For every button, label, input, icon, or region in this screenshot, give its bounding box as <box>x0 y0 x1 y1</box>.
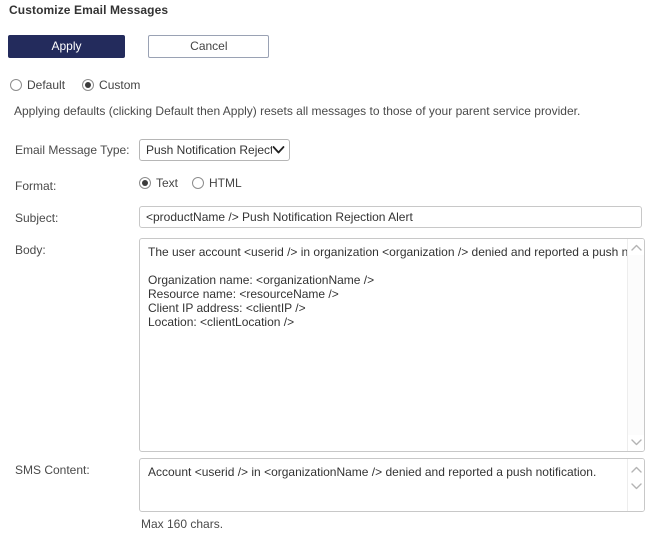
label-body: Body: <box>15 243 46 257</box>
cancel-button[interactable]: Cancel <box>148 35 269 58</box>
body-scrollbar-track[interactable] <box>628 255 644 435</box>
label-email-message-type: Email Message Type: <box>15 143 130 157</box>
radio-format-html-label[interactable]: HTML <box>209 176 242 190</box>
mode-radio-group: Default Custom <box>10 78 152 92</box>
radio-custom-label[interactable]: Custom <box>99 78 140 92</box>
radio-format-html[interactable] <box>192 177 204 189</box>
action-button-row: Apply Cancel <box>8 35 269 58</box>
sms-scrollbar[interactable] <box>627 459 644 511</box>
label-subject: Subject: <box>15 211 58 225</box>
body-scrollbar[interactable] <box>627 239 644 451</box>
radio-custom[interactable] <box>82 79 94 91</box>
sms-textarea-value[interactable]: Account <userid /> in <organizationName … <box>140 459 627 511</box>
sms-max-chars-hint: Max 160 chars. <box>141 517 223 531</box>
label-format: Format: <box>15 179 56 193</box>
chevron-down-icon[interactable] <box>628 435 644 449</box>
page-title: Customize Email Messages <box>9 3 168 17</box>
sms-textarea[interactable]: Account <userid /> in <organizationName … <box>139 458 645 512</box>
body-textarea-value[interactable]: The user account <userid /> in organizat… <box>140 239 627 451</box>
chevron-up-icon[interactable] <box>628 463 644 477</box>
chevron-down-icon <box>272 140 285 160</box>
body-textarea[interactable]: The user account <userid /> in organizat… <box>139 238 645 452</box>
format-radio-group: Text HTML <box>139 176 242 190</box>
customize-email-messages-page: Customize Email Messages Apply Cancel De… <box>0 0 652 536</box>
radio-format-text-label[interactable]: Text <box>156 176 178 190</box>
label-sms-content: SMS Content: <box>15 463 90 477</box>
radio-default-label[interactable]: Default <box>27 78 65 92</box>
email-message-type-select[interactable]: Push Notification Rejecti <box>139 139 290 161</box>
help-text: Applying defaults (clicking Default then… <box>14 104 580 118</box>
chevron-up-icon[interactable] <box>628 241 644 255</box>
apply-button[interactable]: Apply <box>8 35 125 58</box>
subject-input[interactable] <box>139 206 642 228</box>
radio-format-text[interactable] <box>139 177 151 189</box>
radio-default[interactable] <box>10 79 22 91</box>
chevron-down-icon[interactable] <box>628 479 644 493</box>
email-message-type-value: Push Notification Rejecti <box>146 140 272 160</box>
